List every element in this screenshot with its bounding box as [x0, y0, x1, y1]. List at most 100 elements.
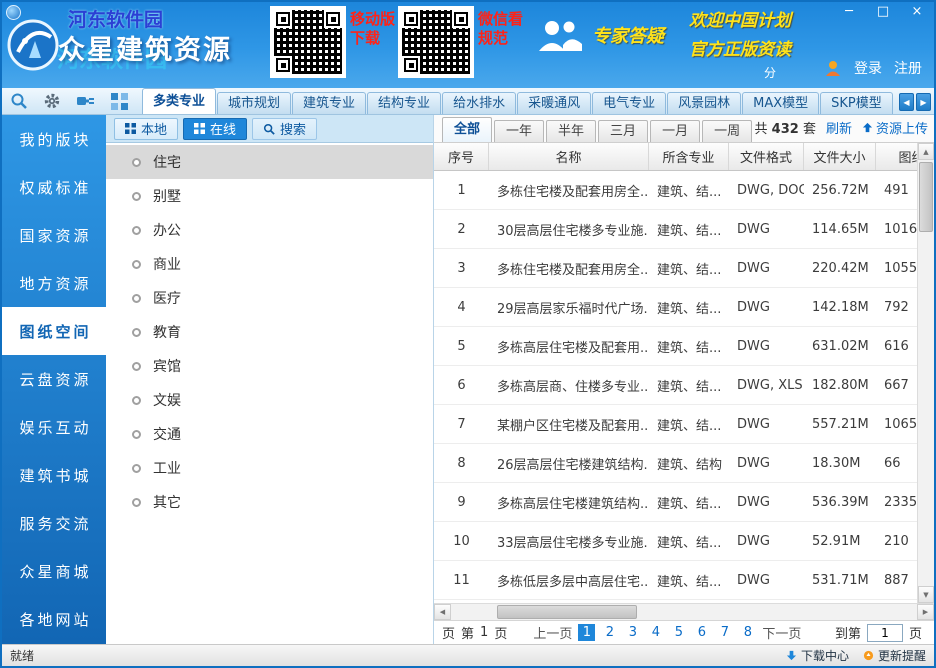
- minimize-button[interactable]: ─: [840, 3, 858, 21]
- table-row[interactable]: 7 某棚户区住宅楼及配套用... 建筑、结... DWG 557.21M 106…: [434, 405, 917, 444]
- maximize-button[interactable]: □: [874, 3, 892, 21]
- table-row[interactable]: 11 多栋低层多层中高层住宅... 建筑、结... DWG 531.71M 88…: [434, 561, 917, 600]
- tab-discipline-3[interactable]: 结构专业: [367, 92, 442, 114]
- tab-discipline-4[interactable]: 给水排水: [442, 92, 517, 114]
- category-item-culture[interactable]: 文娱: [106, 383, 433, 417]
- category-item-industrial[interactable]: 工业: [106, 451, 433, 485]
- sidebar-item-services[interactable]: 服务交流: [2, 499, 106, 547]
- tab-discipline-5[interactable]: 采暖通风: [517, 92, 592, 114]
- column-header-name[interactable]: 名称: [489, 143, 649, 170]
- apps-grid-icon[interactable]: [111, 92, 128, 110]
- tab-discipline-1[interactable]: 城市规划: [217, 92, 292, 114]
- page-button-8[interactable]: 8: [739, 624, 756, 641]
- table-row[interactable]: 3 多栋住宅楼及配套用房全... 建筑、结... DWG 220.42M 105…: [434, 249, 917, 288]
- row-format: DWG: [737, 338, 770, 354]
- category-item-other[interactable]: 其它: [106, 485, 433, 519]
- next-page-button[interactable]: 下一页: [762, 623, 801, 642]
- tab-search[interactable]: 搜索: [252, 117, 318, 140]
- page-button-2[interactable]: 2: [601, 624, 618, 641]
- site-watermark-top: 河东软件园: [68, 9, 164, 31]
- category-item-office[interactable]: 办公: [106, 213, 433, 247]
- login-link[interactable]: 登录: [854, 58, 882, 78]
- table-row[interactable]: 6 多栋高层商、住楼多专业... 建筑、结... DWG, XLS 182.80…: [434, 366, 917, 405]
- filter-three-months[interactable]: 三月: [598, 120, 649, 142]
- search-icon[interactable]: [10, 92, 28, 110]
- gear-icon[interactable]: [43, 92, 61, 110]
- category-item-medical[interactable]: 医疗: [106, 281, 433, 315]
- column-header-sheets[interactable]: 图纸张数: [876, 143, 917, 170]
- vertical-scrollbar[interactable]: ▲ ▼: [917, 143, 934, 603]
- horizontal-scroll-thumb[interactable]: [497, 605, 637, 619]
- filter-one-month[interactable]: 一月: [650, 120, 701, 142]
- filter-one-week[interactable]: 一周: [702, 120, 753, 142]
- table-row[interactable]: 8 26层高层住宅楼建筑结构... 建筑、结构 DWG 18.30M 66: [434, 444, 917, 483]
- tab-scroll-right-icon[interactable]: ▶: [916, 93, 931, 111]
- prev-page-button[interactable]: 上一页: [533, 623, 572, 642]
- category-item-residential[interactable]: 住宅: [106, 145, 433, 179]
- category-item-villa[interactable]: 别墅: [106, 179, 433, 213]
- table-row[interactable]: 10 33层高层住宅楼多专业施... 建筑、结... DWG 52.91M 21…: [434, 522, 917, 561]
- sidebar-item-mall[interactable]: 众星商城: [2, 547, 106, 595]
- tab-online[interactable]: 在线: [183, 117, 248, 140]
- horizontal-scroll-track[interactable]: [451, 604, 917, 620]
- horizontal-scrollbar[interactable]: ◀ ▶: [434, 603, 934, 620]
- sidebar-item-local[interactable]: 地方资源: [2, 259, 106, 307]
- sidebar-item-my-section[interactable]: 我的版块: [2, 115, 106, 163]
- sidebar-item-entertainment[interactable]: 娱乐互动: [2, 403, 106, 451]
- update-reminder-button[interactable]: 更新提醒: [863, 647, 926, 664]
- category-item-hotel[interactable]: 宾馆: [106, 349, 433, 383]
- tab-scroll-left-icon[interactable]: ◀: [899, 93, 914, 111]
- page-button-6[interactable]: 6: [693, 624, 710, 641]
- filter-half-year[interactable]: 半年: [546, 120, 597, 142]
- table-row[interactable]: 5 多栋高层住宅楼及配套用... 建筑、结... DWG 631.02M 616: [434, 327, 917, 366]
- tab-discipline-0[interactable]: 多类专业: [142, 88, 217, 114]
- row-majors: 建筑、结构: [657, 457, 723, 473]
- sidebar-item-national[interactable]: 国家资源: [2, 211, 106, 259]
- vertical-scroll-track[interactable]: [918, 160, 934, 586]
- filter-one-year[interactable]: 一年: [494, 120, 545, 142]
- download-center-button[interactable]: 下载中心: [786, 647, 849, 664]
- plugin-icon[interactable]: [76, 93, 96, 109]
- filter-all[interactable]: 全部: [442, 117, 493, 142]
- upload-link[interactable]: 资源上传: [862, 118, 928, 137]
- column-header-format[interactable]: 文件格式: [729, 143, 804, 170]
- row-sheetcount: 792: [884, 299, 909, 315]
- page-button-3[interactable]: 3: [624, 624, 641, 641]
- close-button[interactable]: ×: [908, 3, 926, 21]
- tab-discipline-2[interactable]: 建筑专业: [292, 92, 367, 114]
- table-row[interactable]: 2 30层高层住宅楼多专业施... 建筑、结... DWG 114.65M 10…: [434, 210, 917, 249]
- column-header-no[interactable]: 序号: [434, 143, 489, 170]
- page-button-5[interactable]: 5: [670, 624, 687, 641]
- page-button-7[interactable]: 7: [716, 624, 733, 641]
- page-button-4[interactable]: 4: [647, 624, 664, 641]
- table-row[interactable]: 9 多栋高层住宅楼建筑结构... 建筑、结... DWG 536.39M 233…: [434, 483, 917, 522]
- sidebar-item-websites[interactable]: 各地网站: [2, 595, 106, 643]
- scroll-up-icon[interactable]: ▲: [918, 143, 934, 160]
- category-panel: 本地 在线 搜索 住宅 别墅 办公 商业 医疗 教育 宾馆 文娱 交通 工业 其…: [106, 115, 434, 644]
- expert-qa[interactable]: 专家答疑: [536, 18, 664, 52]
- category-item-commercial[interactable]: 商业: [106, 247, 433, 281]
- refresh-link[interactable]: 刷新: [826, 118, 852, 137]
- goto-page-input[interactable]: [866, 623, 903, 642]
- column-header-size[interactable]: 文件大小: [804, 143, 876, 170]
- vertical-scroll-thumb[interactable]: [919, 162, 933, 232]
- sidebar-item-drawings[interactable]: 图纸空间: [2, 307, 106, 355]
- tab-discipline-8[interactable]: MAX模型: [742, 92, 820, 114]
- column-header-majors[interactable]: 所含专业: [649, 143, 729, 170]
- page-button-1[interactable]: 1: [578, 624, 596, 641]
- tab-discipline-7[interactable]: 风景园林: [667, 92, 742, 114]
- sidebar-item-bookstore[interactable]: 建筑书城: [2, 451, 106, 499]
- category-item-education[interactable]: 教育: [106, 315, 433, 349]
- scroll-right-icon[interactable]: ▶: [917, 604, 934, 620]
- scroll-left-icon[interactable]: ◀: [434, 604, 451, 620]
- category-item-transport[interactable]: 交通: [106, 417, 433, 451]
- table-row[interactable]: 4 29层高层家乐福时代广场... 建筑、结... DWG 142.18M 79…: [434, 288, 917, 327]
- scroll-down-icon[interactable]: ▼: [918, 586, 934, 603]
- sidebar-item-standards[interactable]: 权威标准: [2, 163, 106, 211]
- register-link[interactable]: 注册: [894, 58, 922, 78]
- sidebar-item-cloud[interactable]: 云盘资源: [2, 355, 106, 403]
- tab-discipline-6[interactable]: 电气专业: [592, 92, 667, 114]
- tab-local[interactable]: 本地: [114, 117, 179, 140]
- table-row[interactable]: 1 多栋住宅楼及配套用房全... 建筑、结... DWG, DOC 256.72…: [434, 171, 917, 210]
- tab-discipline-9[interactable]: SKP模型: [820, 92, 893, 114]
